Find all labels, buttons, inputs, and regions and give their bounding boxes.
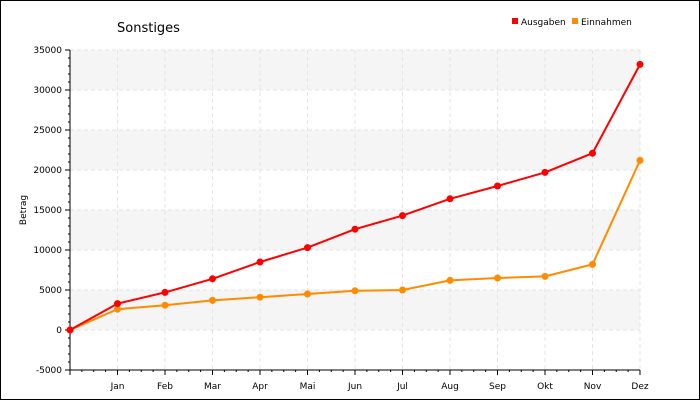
data-point-ausgaben xyxy=(399,212,406,220)
chart-stage: -5000 0 5000 10000 15000 20000 25000 30000 35000… xyxy=(0,0,700,400)
data-point-ausgaben xyxy=(446,195,454,203)
data-point-einnahmen xyxy=(399,286,406,294)
data-point-ausgaben xyxy=(209,275,216,283)
y-tick-label: 15000 xyxy=(33,206,62,216)
data-point-einnahmen xyxy=(209,296,216,304)
data-point-einnahmen xyxy=(446,276,454,284)
y-tick-label: 5000 xyxy=(39,286,62,296)
x-tick-label: Feb xyxy=(157,382,173,392)
y-axis-label: Betrag xyxy=(19,195,29,225)
data-point-ausgaben xyxy=(161,288,169,296)
data-point-ausgaben xyxy=(541,168,549,176)
legend-swatch-einnahmen xyxy=(572,18,578,24)
data-point-ausgaben xyxy=(256,258,264,266)
data-point-ausgaben xyxy=(589,149,596,157)
data-point-ausgaben xyxy=(636,60,644,68)
x-tick-label: Mar xyxy=(204,382,221,392)
data-point-ausgaben xyxy=(66,326,74,334)
data-point-einnahmen xyxy=(636,156,644,164)
data-point-ausgaben xyxy=(114,300,121,308)
legend: Ausgaben Einnahmen xyxy=(512,18,632,28)
chart-title: Sonstiges xyxy=(117,21,180,36)
x-tick-label: Dez xyxy=(631,382,648,392)
x-tick-label: Mai xyxy=(300,382,316,392)
data-point-einnahmen xyxy=(256,293,264,301)
data-point-einnahmen xyxy=(494,274,501,282)
x-tick-label: Apr xyxy=(252,382,268,392)
y-tick-label: 0 xyxy=(56,326,62,336)
y-tick-label: 25000 xyxy=(33,126,62,136)
y-tick-label: -5000 xyxy=(36,366,62,376)
y-tick-label: 30000 xyxy=(33,86,62,96)
data-point-einnahmen xyxy=(589,260,596,268)
data-point-einnahmen xyxy=(541,272,549,280)
line-chart: -5000 0 5000 10000 15000 20000 25000 30000 35000… xyxy=(19,18,649,392)
x-tick-label: Jan xyxy=(110,382,125,392)
x-tick-label: Nov xyxy=(584,382,602,392)
x-tick-label: Sep xyxy=(489,382,506,392)
y-tick-label: 20000 xyxy=(33,166,62,176)
y-tick-label: 35000 xyxy=(33,46,62,56)
legend-label-ausgaben: Ausgaben xyxy=(521,18,566,28)
x-tick-label: Aug xyxy=(441,382,459,392)
x-tick-label: Jun xyxy=(347,382,362,392)
plot-band xyxy=(70,50,640,90)
y-tick-label: 10000 xyxy=(33,246,62,256)
x-tick-label: Jul xyxy=(396,382,408,392)
data-point-ausgaben xyxy=(304,244,311,252)
data-point-einnahmen xyxy=(351,287,359,295)
data-point-einnahmen xyxy=(161,301,169,309)
data-point-ausgaben xyxy=(351,225,359,233)
data-point-einnahmen xyxy=(304,290,311,298)
legend-label-einnahmen: Einnahmen xyxy=(581,18,632,28)
legend-swatch-ausgaben xyxy=(512,18,518,24)
data-point-ausgaben xyxy=(494,182,501,190)
x-tick-label: Okt xyxy=(537,382,553,392)
